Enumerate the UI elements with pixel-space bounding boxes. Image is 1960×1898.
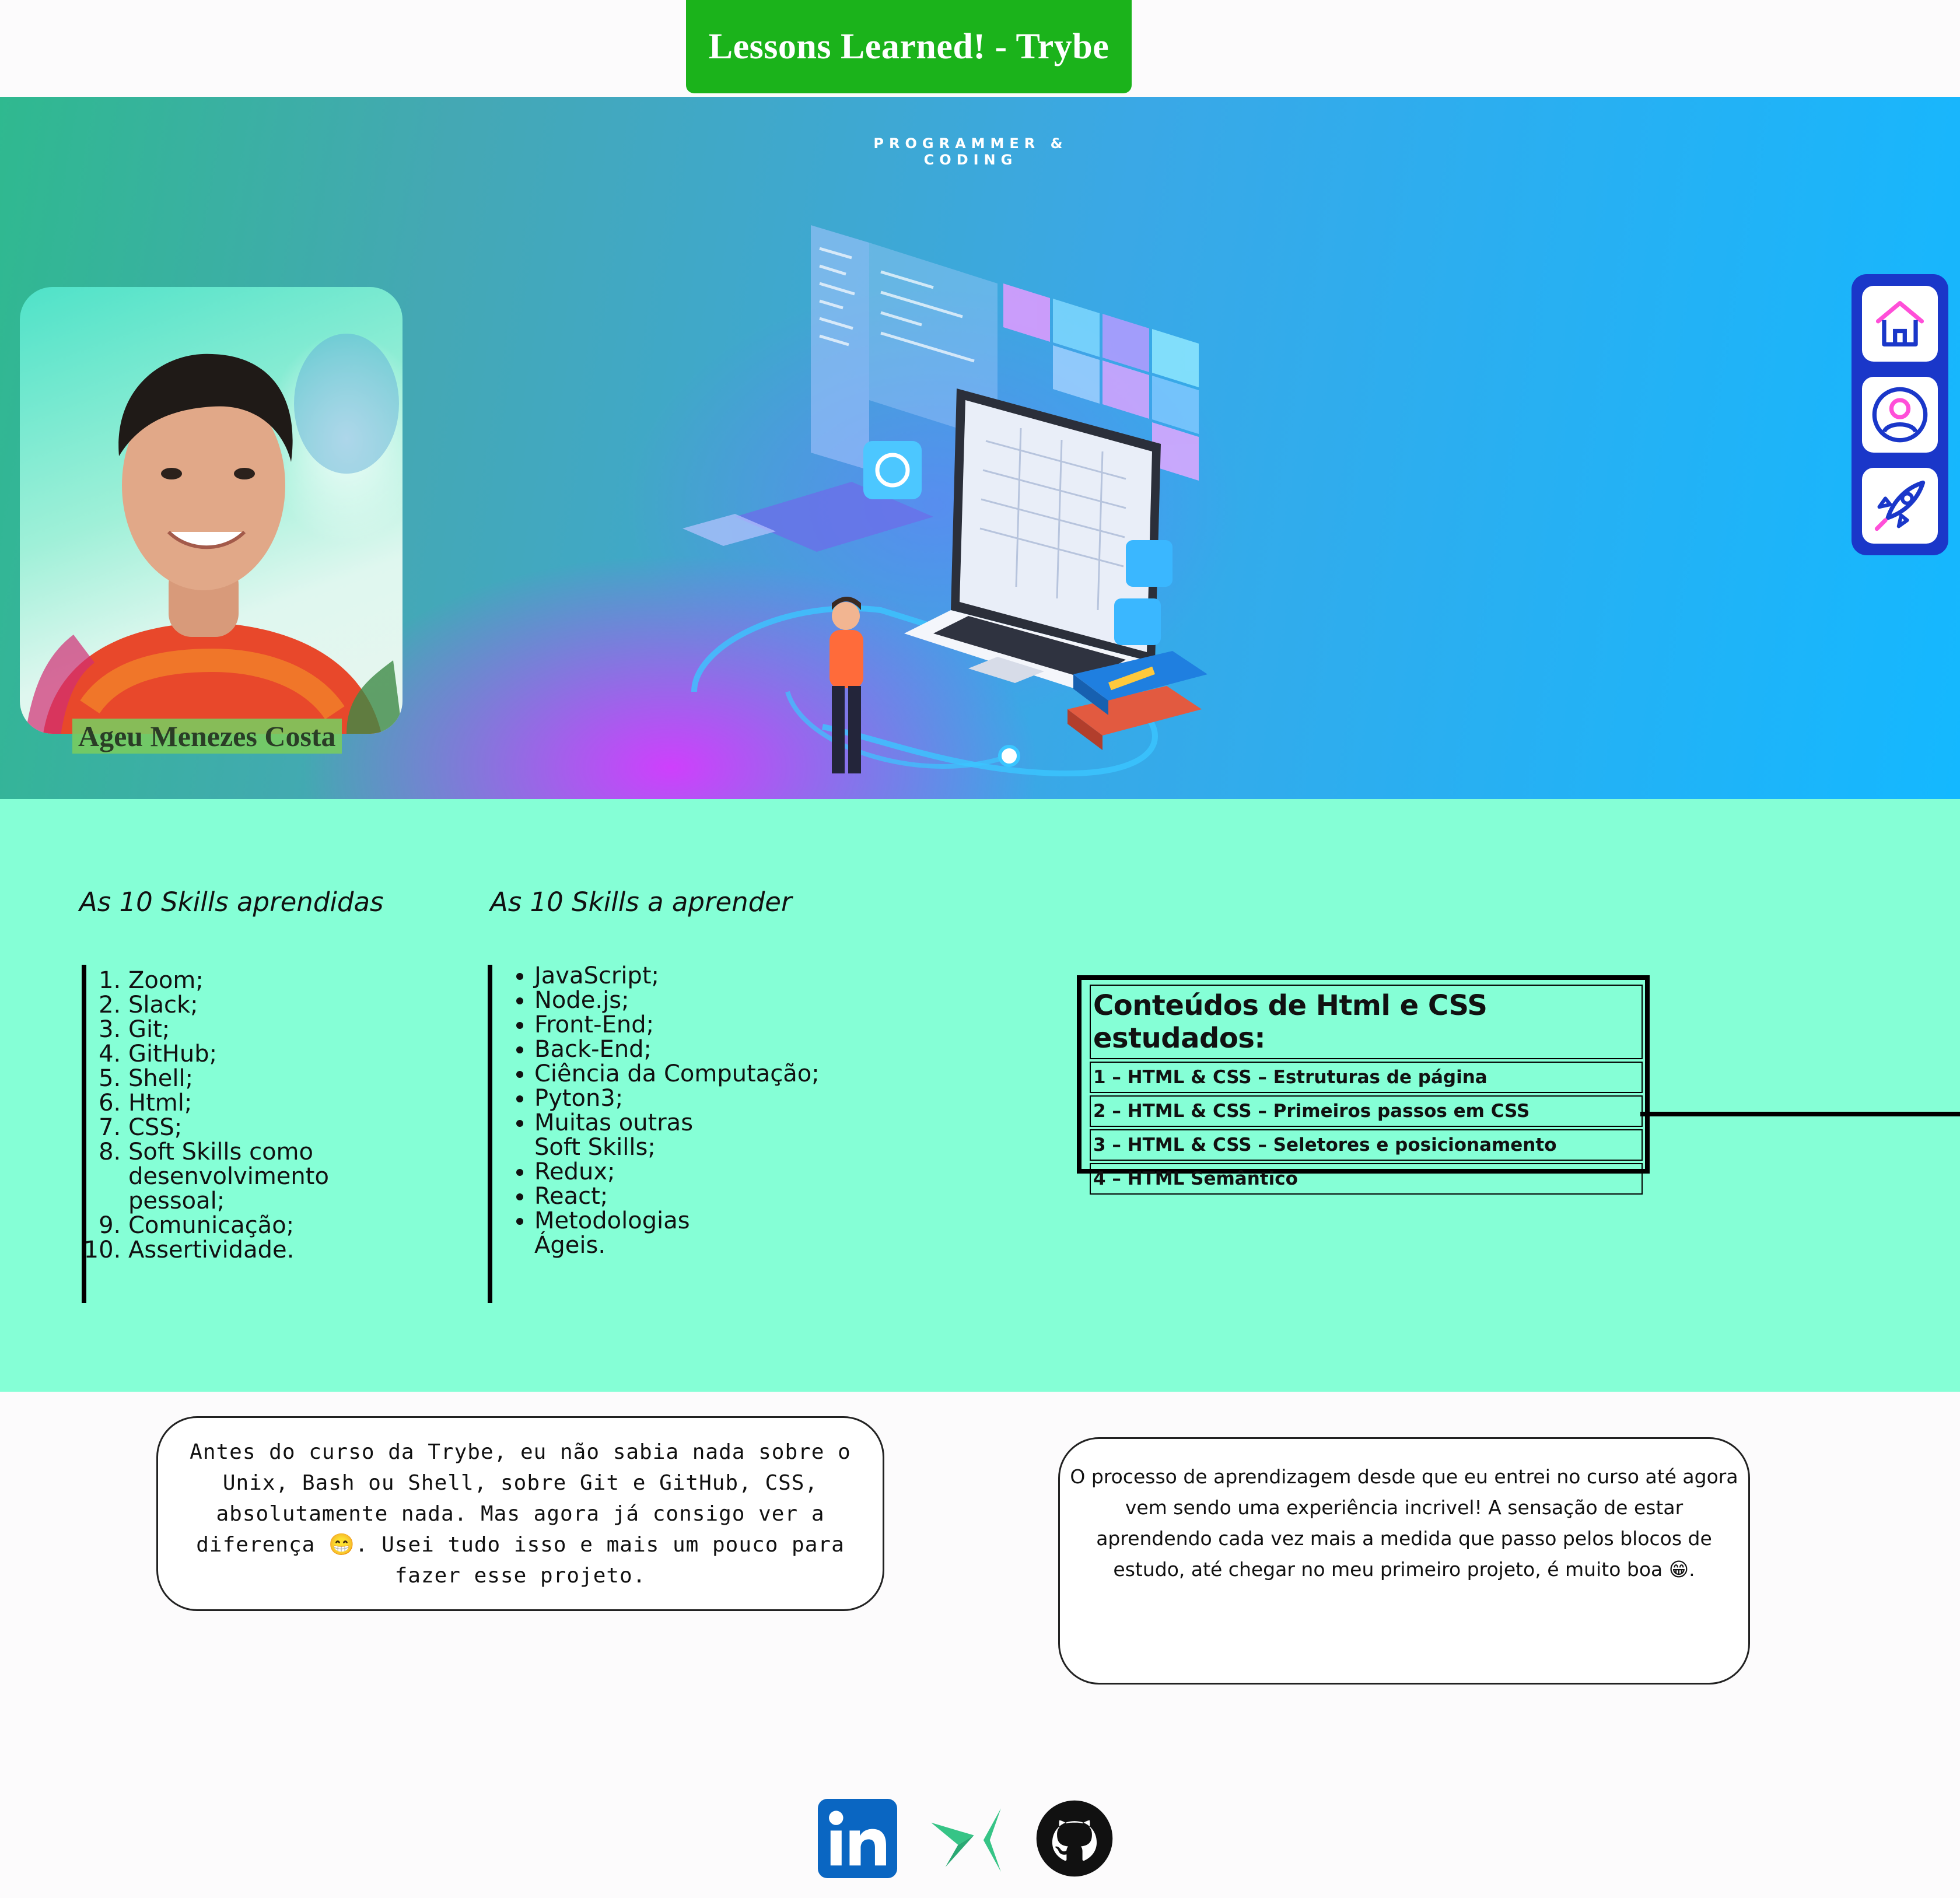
list-item: JavaScript;	[534, 964, 820, 988]
nav-profile-button[interactable]	[1862, 377, 1938, 453]
page-title-banner: Lessons Learned! - Trybe	[686, 0, 1132, 93]
home-icon	[1875, 301, 1924, 346]
list-item: Back-End;	[534, 1037, 820, 1062]
contents-table: Conteúdos de Html e CSS estudados: 1 – H…	[1087, 982, 1645, 1197]
hero-caption: PROGRAMMER & CODING	[873, 135, 1068, 168]
table-row: 3 – HTML & CSS – Seletores e posicioname…	[1090, 1129, 1643, 1161]
list-item: Node.js;	[534, 988, 820, 1013]
user-icon	[1872, 387, 1928, 443]
linkedin-link[interactable]	[817, 1798, 898, 1879]
list-item: Muitas outras Soft Skills;	[534, 1111, 709, 1160]
list-item: Shell;	[128, 1066, 338, 1091]
skills-to-learn-list: JavaScript; Node.js; Front-End; Back-End…	[488, 964, 820, 1303]
learning-process-card: O processo de aprendizagem desde que eu …	[1058, 1437, 1750, 1685]
list-item: Front-End;	[534, 1013, 820, 1037]
linkedin-icon	[818, 1799, 897, 1878]
list-item: Pyton3;	[534, 1086, 820, 1111]
list-item: Redux;	[534, 1160, 820, 1184]
table-row: 4 – HTML Semântico	[1090, 1163, 1643, 1195]
list-item: Html;	[128, 1091, 338, 1115]
page-title: Lessons Learned! - Trybe	[708, 26, 1110, 66]
skills-learned-title: As 10 Skills aprendidas	[79, 887, 384, 918]
github-icon	[1036, 1800, 1113, 1877]
programmer-illustration	[682, 225, 1208, 777]
before-course-card: Antes do curso da Trybe, eu não sabia na…	[156, 1416, 884, 1611]
nav-home-button[interactable]	[1862, 286, 1938, 362]
side-nav	[1852, 274, 1948, 555]
trybe-icon	[931, 1808, 1001, 1872]
table-row: 2 – HTML & CSS – Primeiros passos em CSS	[1090, 1095, 1643, 1127]
skills-to-learn-title: As 10 Skills a aprender	[490, 887, 792, 918]
list-item: Metodologias Ágeis.	[534, 1209, 698, 1258]
list-item: Soft Skills como desenvolvimento pessoal…	[128, 1140, 338, 1213]
list-item: Ciência da Computação;	[534, 1062, 820, 1086]
contents-table-title: Conteúdos de Html e CSS estudados:	[1090, 985, 1643, 1059]
list-item: Comunicação;	[128, 1213, 338, 1238]
list-item: GitHub;	[128, 1042, 338, 1066]
table-row: 1 – HTML & CSS – Estruturas de página	[1090, 1062, 1643, 1093]
list-item: Slack;	[128, 993, 338, 1017]
list-item: Assertividade.	[128, 1238, 338, 1262]
list-item: Git;	[128, 1017, 338, 1042]
connector-line	[1640, 1112, 1960, 1116]
skills-section: As 10 Skills aprendidas As 10 Skills a a…	[0, 799, 1960, 1392]
rocket-icon	[1874, 480, 1926, 531]
skills-learned-list: Zoom; Slack; Git; GitHub; Shell; Html; C…	[82, 965, 338, 1303]
list-item: CSS;	[128, 1115, 338, 1140]
nav-projects-button[interactable]	[1862, 468, 1938, 544]
list-item: React;	[534, 1184, 820, 1209]
contents-table-frame: Conteúdos de Html e CSS estudados: 1 – H…	[1077, 975, 1650, 1195]
hero-banner: PROGRAMMER & CODING Ageu Menezes Costa	[0, 97, 1960, 799]
profile-photo	[20, 287, 402, 734]
list-item: Zoom;	[128, 968, 338, 993]
github-link[interactable]	[1034, 1798, 1115, 1879]
profile-name: Ageu Menezes Costa	[72, 719, 342, 754]
trybe-link[interactable]	[925, 1798, 1007, 1879]
